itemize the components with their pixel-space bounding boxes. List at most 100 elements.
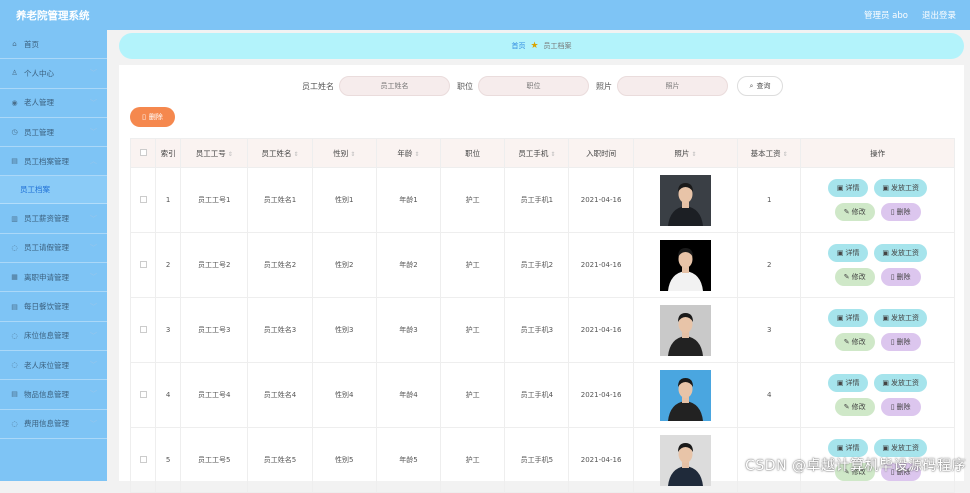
column-header[interactable]: 性别⇕ bbox=[312, 139, 376, 168]
document-icon: ▣ bbox=[837, 444, 844, 452]
document-icon: ▣ bbox=[837, 314, 844, 322]
position-input[interactable] bbox=[478, 76, 589, 96]
pay-salary-button[interactable]: ▣发放工资 bbox=[874, 309, 927, 327]
chevron-down-icon: ﹀ bbox=[90, 272, 97, 282]
sidebar-item[interactable]: ▤员工档案管理︿ bbox=[0, 147, 107, 176]
sidebar-item[interactable]: ◷员工管理﹀ bbox=[0, 118, 107, 147]
chevron-down-icon: ﹀ bbox=[90, 360, 97, 370]
column-header[interactable]: 员工工号⇕ bbox=[181, 139, 248, 168]
detail-button[interactable]: ▣详情 bbox=[828, 244, 868, 262]
hire-date-cell: 2021-04-16 bbox=[569, 428, 633, 493]
position-cell: 护工 bbox=[441, 363, 505, 428]
sort-icon[interactable]: ⇕ bbox=[293, 151, 298, 158]
row-checkbox[interactable] bbox=[140, 326, 147, 333]
document-icon: ▣ bbox=[882, 379, 889, 387]
chevron-down-icon: ﹀ bbox=[90, 331, 97, 341]
delete-button[interactable]: ▯删除 bbox=[881, 268, 921, 286]
name-label: 员工姓名 bbox=[302, 81, 334, 92]
edit-button[interactable]: ✎修改 bbox=[835, 203, 875, 221]
photo-input[interactable] bbox=[617, 76, 728, 96]
column-header-label: 员工姓名 bbox=[261, 149, 291, 158]
column-header: 索引 bbox=[156, 139, 181, 168]
logout-link[interactable]: 退出登录 bbox=[922, 9, 956, 21]
chevron-down-icon: ﹀ bbox=[90, 302, 97, 312]
document-icon: ▣ bbox=[882, 184, 889, 192]
edit-icon: ✎ bbox=[844, 208, 850, 216]
row-checkbox-cell[interactable] bbox=[131, 168, 156, 233]
photo-cell bbox=[633, 298, 737, 363]
sort-icon[interactable]: ⇕ bbox=[691, 151, 696, 158]
chevron-down-icon: ﹀ bbox=[90, 419, 97, 429]
employee-no-cell: 员工工号3 bbox=[181, 298, 248, 363]
query-button[interactable]: ⌕ 查询 bbox=[737, 76, 783, 96]
row-checkbox-cell[interactable] bbox=[131, 428, 156, 493]
breadcrumb-home[interactable]: 首页 bbox=[511, 41, 525, 51]
sort-icon[interactable]: ⇕ bbox=[228, 151, 233, 158]
sidebar-item[interactable]: ♙个人中心﹀ bbox=[0, 59, 107, 88]
query-label: 查询 bbox=[756, 81, 770, 91]
delete-label: 删除 bbox=[897, 272, 911, 282]
detail-label: 详情 bbox=[845, 248, 859, 258]
edit-button[interactable]: ✎修改 bbox=[835, 268, 875, 286]
detail-button[interactable]: ▣详情 bbox=[828, 179, 868, 197]
employee-photo bbox=[660, 370, 711, 421]
delete-button[interactable]: ▯删除 bbox=[881, 203, 921, 221]
row-checkbox-cell[interactable] bbox=[131, 233, 156, 298]
select-all-cell[interactable] bbox=[131, 139, 156, 168]
sidebar-item[interactable]: ▤每日餐饮管理﹀ bbox=[0, 292, 107, 321]
sidebar-item[interactable]: ◉老人管理﹀ bbox=[0, 89, 107, 118]
column-header: 操作 bbox=[801, 139, 955, 168]
edit-button[interactable]: ✎修改 bbox=[835, 398, 875, 416]
salary-cell: 2 bbox=[738, 233, 801, 298]
location-icon: ◉ bbox=[10, 99, 19, 107]
select-all-checkbox[interactable] bbox=[140, 149, 147, 156]
row-checkbox[interactable] bbox=[140, 456, 147, 463]
delete-button[interactable]: ▯删除 bbox=[881, 398, 921, 416]
sidebar-item[interactable]: ◌老人床位管理﹀ bbox=[0, 351, 107, 380]
sort-icon[interactable]: ⇕ bbox=[550, 151, 555, 158]
sidebar-item[interactable]: ◌费用信息管理﹀ bbox=[0, 410, 107, 439]
sidebar-item[interactable]: ▥员工薪资管理﹀ bbox=[0, 204, 107, 233]
document-icon: ▣ bbox=[882, 444, 889, 452]
pay-salary-button[interactable]: ▣发放工资 bbox=[874, 244, 927, 262]
age-cell: 年龄3 bbox=[376, 298, 440, 363]
detail-button[interactable]: ▣详情 bbox=[828, 374, 868, 392]
chevron-down-icon: ﹀ bbox=[90, 127, 97, 137]
delete-button[interactable]: ▯删除 bbox=[881, 333, 921, 351]
pay-salary-button[interactable]: ▣发放工资 bbox=[874, 374, 927, 392]
column-header[interactable]: 年龄⇕ bbox=[376, 139, 440, 168]
sort-icon[interactable]: ⇕ bbox=[783, 151, 788, 158]
sidebar-item[interactable]: ◌床位信息管理﹀ bbox=[0, 322, 107, 351]
row-checkbox[interactable] bbox=[140, 261, 147, 268]
actions-cell: ▣详情 ▣发放工资 ✎修改 ▯删除 bbox=[801, 298, 955, 363]
sidebar-item-label: 员工档案管理 bbox=[24, 156, 69, 167]
row-checkbox-cell[interactable] bbox=[131, 298, 156, 363]
row-checkbox-cell[interactable] bbox=[131, 363, 156, 428]
table-row: 4员工工号4员工姓名4性别4年龄4护工员工手机42021-04-164▣详情▣发… bbox=[131, 363, 955, 428]
edit-button[interactable]: ✎修改 bbox=[835, 333, 875, 351]
column-header[interactable]: 员工手机⇕ bbox=[505, 139, 569, 168]
detail-button[interactable]: ▣详情 bbox=[828, 309, 868, 327]
row-checkbox[interactable] bbox=[140, 391, 147, 398]
batch-delete-button[interactable]: ▯ 删除 bbox=[130, 107, 175, 127]
photo-cell bbox=[633, 428, 737, 493]
document-icon: ▣ bbox=[882, 249, 889, 257]
column-header[interactable]: 照片⇕ bbox=[633, 139, 737, 168]
sidebar-item[interactable]: ⌂首页 bbox=[0, 30, 107, 59]
age-cell: 年龄4 bbox=[376, 363, 440, 428]
row-checkbox[interactable] bbox=[140, 196, 147, 203]
pay-salary-button[interactable]: ▣发放工资 bbox=[874, 179, 927, 197]
column-header[interactable]: 员工姓名⇕ bbox=[248, 139, 312, 168]
sidebar-item[interactable]: ◌员工请假管理﹀ bbox=[0, 234, 107, 263]
sidebar-subitem[interactable]: 员工档案 bbox=[0, 176, 107, 204]
sort-icon[interactable]: ⇕ bbox=[414, 151, 419, 158]
watermark: CSDN @卓越计算机毕设源码程序 bbox=[745, 455, 966, 475]
sidebar-item[interactable]: ▦离职申请管理﹀ bbox=[0, 263, 107, 292]
sidebar-item[interactable]: ▤物品信息管理﹀ bbox=[0, 380, 107, 409]
sort-icon[interactable]: ⇕ bbox=[350, 151, 355, 158]
edit-icon: ✎ bbox=[844, 273, 850, 281]
delete-label: 删除 bbox=[897, 207, 911, 217]
folder-icon: ▤ bbox=[10, 303, 19, 311]
column-header[interactable]: 基本工资⇕ bbox=[738, 139, 801, 168]
name-input[interactable] bbox=[339, 76, 450, 96]
